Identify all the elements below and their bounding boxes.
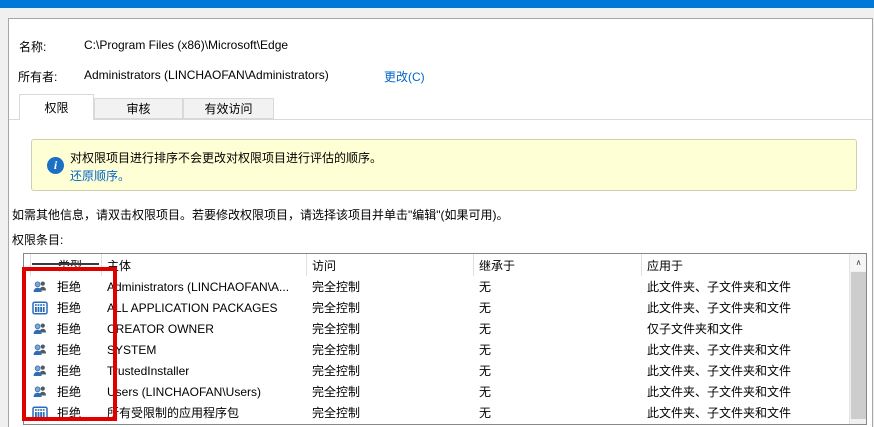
column-header-access[interactable]: 访问 (307, 254, 474, 276)
name-value: C:\Program Files (x86)\Microsoft\Edge (84, 38, 288, 52)
tab-permissions-label: 权限 (44, 99, 68, 116)
entry-access: 完全控制 (307, 404, 474, 421)
entry-principal: Administrators (LINCHAOFAN\A... (102, 280, 307, 294)
entry-access: 完全控制 (307, 299, 474, 316)
info-icon: i (47, 157, 64, 174)
column-header-type[interactable]: 类型 (30, 254, 102, 276)
entry-inherited-from: 无 (474, 299, 642, 316)
owner-value: Administrators (LINCHAOFAN\Administrator… (84, 68, 329, 82)
tab-permissions[interactable]: 权限 (19, 94, 94, 120)
vertical-scrollbar[interactable]: ∧ (849, 254, 866, 424)
column-header-inherited-from[interactable]: 继承于 (474, 254, 642, 276)
entry-type: 拒绝 (54, 362, 102, 379)
name-label: 名称: (19, 38, 46, 55)
restore-order-link[interactable]: 还原顺序。 (70, 167, 130, 184)
entry-type: 拒绝 (54, 341, 102, 358)
entry-applies-to: 此文件夹、子文件夹和文件 (642, 278, 866, 295)
table-row[interactable]: 拒绝SYSTEM完全控制无此文件夹、子文件夹和文件 (24, 339, 866, 360)
entry-access: 完全控制 (307, 341, 474, 358)
entry-inherited-from: 无 (474, 362, 642, 379)
entry-applies-to: 仅子文件夹和文件 (642, 320, 866, 337)
info-banner-text: 对权限项目进行排序不会更改对权限项目进行评估的顺序。 (70, 149, 382, 166)
entry-applies-to: 此文件夹、子文件夹和文件 (642, 404, 866, 421)
entry-applies-to: 此文件夹、子文件夹和文件 (642, 383, 866, 400)
table-row[interactable]: 拒绝所有受限制的应用程序包完全控制无此文件夹、子文件夹和文件 (24, 402, 866, 423)
entry-access: 完全控制 (307, 320, 474, 337)
table-body: 拒绝Administrators (LINCHAOFAN\A...完全控制无此文… (24, 276, 866, 423)
owner-label: 所有者: (18, 68, 57, 85)
table-row[interactable]: 拒绝TrustedInstaller完全控制无此文件夹、子文件夹和文件 (24, 360, 866, 381)
users-group-icon (30, 279, 54, 295)
entry-inherited-from: 无 (474, 320, 642, 337)
scrollbar-thumb[interactable] (851, 272, 866, 419)
users-group-icon (30, 342, 54, 358)
column-header-principal[interactable]: 主体 (102, 254, 307, 276)
type-header-strike-line (32, 263, 99, 265)
app-package-icon (30, 300, 54, 316)
entry-access: 完全控制 (307, 362, 474, 379)
tab-effective-access[interactable]: 有效访问 (183, 98, 274, 119)
entry-inherited-from: 无 (474, 341, 642, 358)
entry-applies-to: 此文件夹、子文件夹和文件 (642, 299, 866, 316)
table-row[interactable]: 拒绝Users (LINCHAOFAN\Users)完全控制无此文件夹、子文件夹… (24, 381, 866, 402)
table-row[interactable]: 拒绝Administrators (LINCHAOFAN\A...完全控制无此文… (24, 276, 866, 297)
entry-principal: ALL APPLICATION PACKAGES (102, 301, 307, 315)
info-banner: i 对权限项目进行排序不会更改对权限项目进行评估的顺序。 还原顺序。 (31, 139, 857, 191)
entry-type: 拒绝 (54, 278, 102, 295)
entry-applies-to: 此文件夹、子文件夹和文件 (642, 341, 866, 358)
entry-access: 完全控制 (307, 278, 474, 295)
entry-type: 拒绝 (54, 404, 102, 421)
users-group-icon (30, 321, 54, 337)
permission-entries-label: 权限条目: (12, 231, 63, 248)
entry-applies-to: 此文件夹、子文件夹和文件 (642, 362, 866, 379)
app-package-icon (30, 405, 54, 421)
table-row[interactable]: 拒绝ALL APPLICATION PACKAGES完全控制无此文件夹、子文件夹… (24, 297, 866, 318)
advanced-security-panel: 名称: C:\Program Files (x86)\Microsoft\Edg… (8, 18, 873, 427)
entry-inherited-from: 无 (474, 404, 642, 421)
instruction-text: 如需其他信息，请双击权限项目。若要修改权限项目，请选择该项目并单击"编辑"(如果… (12, 206, 509, 223)
entry-principal: Users (LINCHAOFAN\Users) (102, 385, 307, 399)
table-header-row: 类型 主体 访问 继承于 应用于 (24, 254, 866, 276)
entry-type: 拒绝 (54, 299, 102, 316)
tab-auditing-label: 审核 (126, 100, 150, 117)
users-group-icon (30, 363, 54, 379)
column-header-applies-to[interactable]: 应用于 (642, 254, 866, 276)
entry-inherited-from: 无 (474, 278, 642, 295)
permission-entries-table: 类型 主体 访问 继承于 应用于 拒绝Administrators (LINCH… (23, 253, 867, 425)
entry-type: 拒绝 (54, 383, 102, 400)
tab-effective-access-label: 有效访问 (204, 100, 252, 117)
tab-strip-divider (9, 119, 872, 120)
entry-principal: SYSTEM (102, 343, 307, 357)
entry-type: 拒绝 (54, 320, 102, 337)
tab-auditing[interactable]: 审核 (94, 98, 183, 119)
entry-access: 完全控制 (307, 383, 474, 400)
scrollbar-up-arrow-icon[interactable]: ∧ (850, 254, 867, 271)
users-group-icon (30, 384, 54, 400)
title-bar-accent (0, 0, 874, 8)
entry-inherited-from: 无 (474, 383, 642, 400)
entry-principal: CREATOR OWNER (102, 322, 307, 336)
entry-principal: TrustedInstaller (102, 364, 307, 378)
entry-principal: 所有受限制的应用程序包 (102, 404, 307, 421)
table-row[interactable]: 拒绝CREATOR OWNER完全控制无仅子文件夹和文件 (24, 318, 866, 339)
owner-change-link[interactable]: 更改(C) (384, 68, 425, 85)
